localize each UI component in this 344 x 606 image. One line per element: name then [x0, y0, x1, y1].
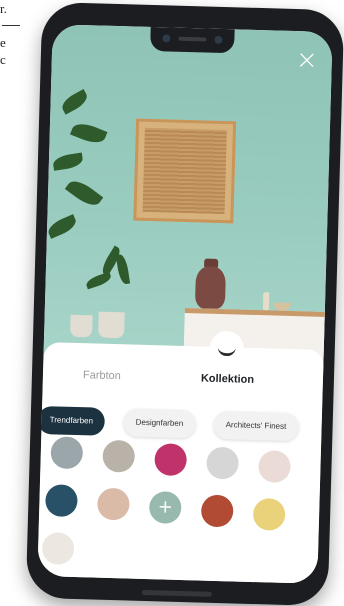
color-swatch[interactable] — [96, 487, 130, 521]
chevron-down-icon — [217, 342, 236, 357]
room-preview: × — [43, 24, 333, 378]
phone-notch — [150, 26, 235, 54]
plant-leaf — [58, 89, 91, 115]
chip-trendfarben[interactable]: Trendfarben — [37, 405, 106, 436]
color-swatch[interactable] — [45, 484, 78, 518]
color-swatch-add[interactable]: + — [148, 491, 182, 524]
phone-device: × Farbton Kollektion Trendfarben Designf… — [25, 1, 344, 606]
decor-item — [262, 292, 270, 311]
color-swatch[interactable] — [258, 450, 291, 484]
picker-tabs: Farbton Kollektion — [42, 368, 323, 400]
margin-line-4: c — [0, 52, 6, 67]
chip-architects-finest[interactable]: Architects' Finest — [213, 410, 299, 442]
plant-pot — [70, 314, 93, 338]
close-icon: × — [295, 45, 319, 76]
color-swatch[interactable] — [252, 497, 286, 531]
plant-leaf — [52, 152, 84, 171]
phone-screen: × Farbton Kollektion Trendfarben Designf… — [37, 24, 333, 584]
document-margin-text: r. e c — [0, 0, 26, 68]
plant-leaf — [64, 175, 104, 211]
chip-designfarben[interactable]: Designfarben — [123, 408, 196, 439]
color-swatch[interactable] — [154, 443, 188, 477]
color-swatch-grid: + — [37, 436, 321, 584]
plant-leaf — [45, 214, 79, 239]
plant-pot — [98, 311, 125, 339]
margin-line-1: r. — [0, 1, 7, 16]
tab-farbton[interactable]: Farbton — [83, 369, 121, 382]
bottom-speaker — [141, 589, 212, 597]
collection-chips: Trendfarben Designfarben Architects' Fin… — [37, 405, 322, 444]
margin-dash — [2, 25, 20, 26]
color-swatch[interactable] — [102, 439, 136, 473]
wall-art-frame — [133, 118, 237, 224]
plus-icon: + — [157, 496, 174, 518]
color-swatch[interactable] — [50, 436, 84, 470]
plant-leaf — [84, 271, 113, 290]
earpiece-speaker — [178, 36, 207, 42]
color-picker-sheet: Farbton Kollektion Trendfarben Designfar… — [37, 330, 324, 584]
color-swatch[interactable] — [41, 532, 75, 565]
vase — [194, 266, 227, 310]
color-swatch[interactable] — [206, 446, 240, 480]
tab-kollektion[interactable]: Kollektion — [201, 372, 254, 385]
color-swatch[interactable] — [200, 494, 234, 528]
plant-leaf — [115, 253, 131, 285]
front-camera-icon — [214, 35, 223, 44]
plant-leaf — [69, 119, 108, 147]
margin-line-3: e — [0, 35, 6, 50]
close-button[interactable]: × — [296, 45, 319, 76]
wall-art-weave — [142, 127, 227, 215]
front-camera-icon — [162, 34, 171, 43]
sheet-handle[interactable] — [209, 330, 245, 366]
